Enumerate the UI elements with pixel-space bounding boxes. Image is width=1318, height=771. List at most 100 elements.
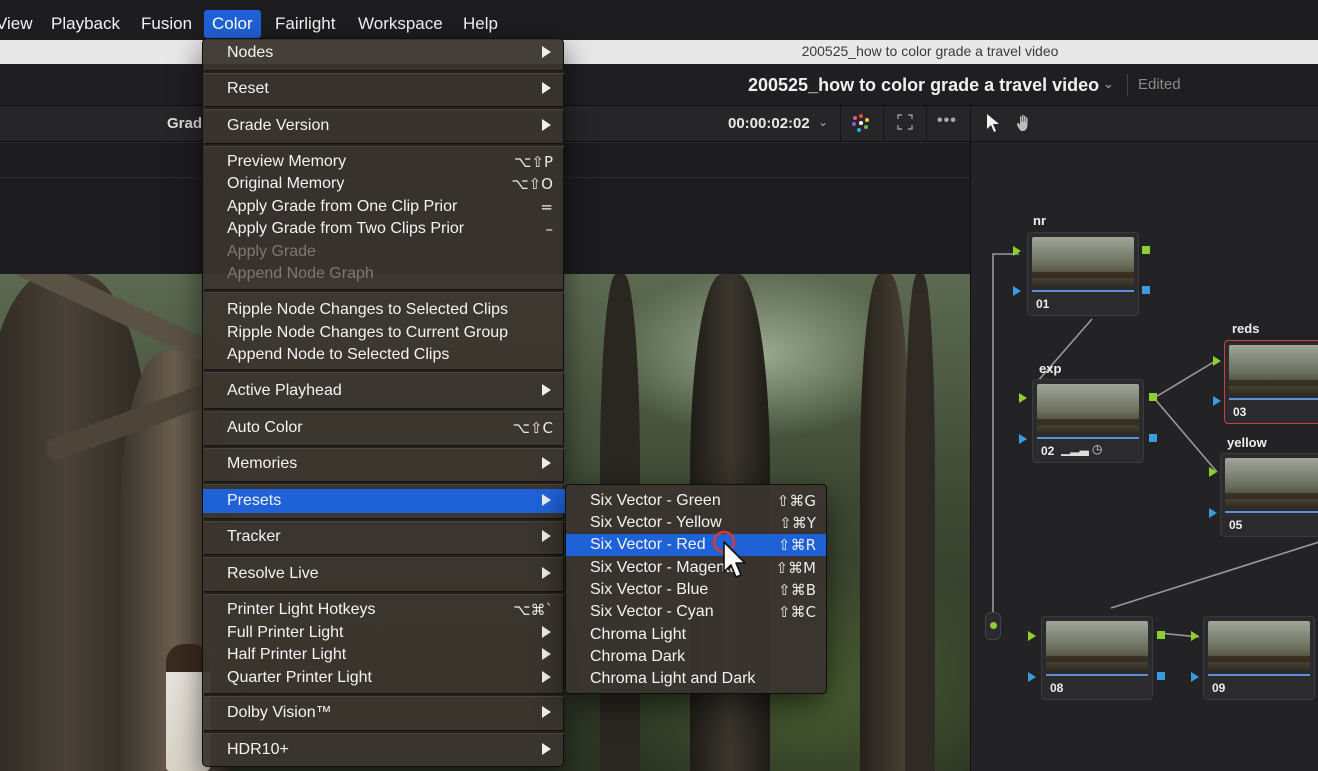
menu-item-append-node-selected[interactable]: Append Node to Selected Clips bbox=[203, 343, 565, 367]
menu-item-reset[interactable]: Reset bbox=[203, 77, 565, 101]
menu-item-nodes[interactable]: Nodes bbox=[203, 41, 565, 65]
preset-chroma-light-and-dark[interactable]: Chroma Light and Dark bbox=[566, 668, 826, 690]
node-output-port[interactable] bbox=[1149, 434, 1157, 442]
node-input-port[interactable] bbox=[1209, 467, 1217, 477]
tree-trunk bbox=[860, 274, 910, 771]
menu-view[interactable]: View bbox=[0, 10, 41, 38]
menu-item-half-printer-light[interactable]: Half Printer Light bbox=[203, 643, 565, 667]
menu-item-quarter-printer-light[interactable]: Quarter Printer Light bbox=[203, 666, 565, 690]
menu-item-original-memory[interactable]: Original Memory ⌥⇧O bbox=[203, 172, 565, 196]
node-input-port[interactable] bbox=[1013, 246, 1021, 256]
node-08[interactable]: 08 bbox=[1041, 616, 1153, 700]
node-09[interactable]: 09 bbox=[1203, 616, 1315, 700]
node-output-port[interactable] bbox=[1142, 286, 1150, 294]
project-name[interactable]: 200525_how to color grade a travel video bbox=[748, 75, 1099, 96]
menu-fusion[interactable]: Fusion bbox=[133, 10, 200, 38]
node-label: reds bbox=[1232, 321, 1260, 336]
pointer-tool-icon[interactable] bbox=[985, 113, 1001, 138]
node-input-port[interactable] bbox=[1028, 631, 1036, 641]
node-thumbnail bbox=[1208, 621, 1310, 671]
menu-item-printer-light-hotkeys[interactable]: Printer Light Hotkeys ⌥⌘` bbox=[203, 598, 565, 622]
menu-item-hdr10plus[interactable]: HDR10+ bbox=[203, 738, 565, 762]
menu-item-active-playhead[interactable]: Active Playhead bbox=[203, 379, 565, 403]
source-node-handle[interactable] bbox=[985, 612, 1001, 640]
chevron-down-icon[interactable]: ⌄ bbox=[1103, 76, 1114, 92]
node-graph[interactable]: nr 01 exp 02 ▁▂▃ ◷ reds 03 yellow 05 08 … bbox=[971, 142, 1318, 771]
submenu-arrow-icon bbox=[542, 743, 551, 755]
node-number: 09 bbox=[1212, 681, 1226, 695]
menu-item-label: Memories bbox=[227, 455, 298, 472]
menu-item-dolby-vision[interactable]: Dolby Vision™ bbox=[203, 701, 565, 725]
menu-item-label: Apply Grade bbox=[227, 243, 316, 260]
menu-shortcut: ⌥⇧P bbox=[514, 153, 553, 171]
preset-six-vector-blue[interactable]: Six Vector - Blue ⇧⌘B bbox=[566, 579, 826, 601]
menu-item-resolve-live[interactable]: Resolve Live bbox=[203, 562, 565, 586]
chevron-down-icon[interactable]: ⌄ bbox=[818, 115, 828, 129]
color-wheel-icon[interactable] bbox=[851, 113, 871, 138]
menu-shortcut: – bbox=[545, 220, 554, 238]
presets-submenu: Six Vector - Green ⇧⌘G Six Vector - Yello… bbox=[565, 484, 827, 694]
node-01[interactable]: 01 bbox=[1027, 232, 1139, 316]
color-menu-dropdown: Nodes Reset Grade Version Preview Memory… bbox=[202, 38, 565, 767]
node-input-port[interactable] bbox=[1191, 631, 1199, 641]
menu-color[interactable]: Color bbox=[204, 10, 261, 38]
menu-item-label: Six Vector - Green bbox=[590, 492, 721, 509]
menu-separator bbox=[204, 70, 564, 74]
menu-item-auto-color[interactable]: Auto Color ⌥⇧C bbox=[203, 416, 565, 440]
window-title: 200525_how to color grade a travel video bbox=[801, 43, 1059, 59]
menu-item-label: Six Vector - Blue bbox=[590, 581, 709, 598]
preset-chroma-light[interactable]: Chroma Light bbox=[566, 624, 826, 646]
node-05[interactable]: 05 bbox=[1220, 453, 1318, 537]
menu-item-apply-grade-one-prior[interactable]: Apply Grade from One Clip Prior = bbox=[203, 195, 565, 219]
node-tools-icon: ▁▂▃ ◷ bbox=[1061, 442, 1103, 456]
preset-six-vector-yellow[interactable]: Six Vector - Yellow ⇧⌘Y bbox=[566, 512, 826, 534]
node-input-port[interactable] bbox=[1013, 286, 1021, 296]
node-input-port[interactable] bbox=[1019, 393, 1027, 403]
preset-six-vector-cyan[interactable]: Six Vector - Cyan ⇧⌘C bbox=[566, 601, 826, 623]
menu-playback[interactable]: Playback bbox=[43, 10, 128, 38]
node-output-port[interactable] bbox=[1142, 246, 1150, 254]
menu-item-presets[interactable]: Presets bbox=[203, 489, 565, 513]
menu-item-full-printer-light[interactable]: Full Printer Light bbox=[203, 621, 565, 645]
menu-item-label: Active Playhead bbox=[227, 382, 342, 399]
node-output-port[interactable] bbox=[1157, 672, 1165, 680]
menu-item-label: Ripple Node Changes to Selected Clips bbox=[227, 301, 509, 318]
node-output-port[interactable] bbox=[1157, 631, 1165, 639]
timecode-display[interactable]: 00:00:02:02 bbox=[728, 115, 810, 132]
preset-six-vector-green[interactable]: Six Vector - Green ⇧⌘G bbox=[566, 490, 826, 512]
node-input-port[interactable] bbox=[1019, 434, 1027, 444]
menu-workspace[interactable]: Workspace bbox=[350, 10, 451, 38]
menu-item-tracker[interactable]: Tracker bbox=[203, 525, 565, 549]
submenu-arrow-icon bbox=[542, 384, 551, 396]
menu-item-grade-version[interactable]: Grade Version bbox=[203, 114, 565, 138]
node-input-port[interactable] bbox=[1213, 396, 1221, 406]
preset-six-vector-magenta[interactable]: Six Vector - Magenta ⇧⌘M bbox=[566, 557, 826, 579]
submenu-arrow-icon bbox=[542, 626, 551, 638]
node-input-port[interactable] bbox=[1028, 672, 1036, 682]
ellipsis-icon[interactable]: ••• bbox=[937, 112, 957, 130]
menu-item-preview-memory[interactable]: Preview Memory ⌥⇧P bbox=[203, 150, 565, 174]
node-02[interactable]: 02 ▁▂▃ ◷ bbox=[1032, 379, 1144, 463]
menu-fairlight[interactable]: Fairlight bbox=[267, 10, 343, 38]
node-toolbar bbox=[971, 106, 1318, 142]
expand-icon[interactable] bbox=[897, 114, 913, 135]
node-output-port[interactable] bbox=[1149, 393, 1157, 401]
menu-shortcut: ⇧⌘C bbox=[777, 603, 816, 621]
node-03[interactable]: 03 bbox=[1224, 340, 1318, 424]
preset-six-vector-red[interactable]: Six Vector - Red ⇧⌘R bbox=[566, 534, 826, 556]
node-thumbnail bbox=[1046, 621, 1148, 671]
source-port[interactable] bbox=[990, 622, 997, 629]
menu-item-memories[interactable]: Memories bbox=[203, 452, 565, 476]
submenu-arrow-icon bbox=[542, 494, 551, 506]
menu-item-ripple-group[interactable]: Ripple Node Changes to Current Group bbox=[203, 321, 565, 345]
menu-item-ripple-selected[interactable]: Ripple Node Changes to Selected Clips bbox=[203, 298, 565, 322]
hand-tool-icon[interactable] bbox=[1015, 113, 1035, 138]
node-input-port[interactable] bbox=[1213, 356, 1221, 366]
node-input-port[interactable] bbox=[1209, 508, 1217, 518]
menu-item-apply-grade-two-prior[interactable]: Apply Grade from Two Clips Prior – bbox=[203, 217, 565, 241]
node-input-port[interactable] bbox=[1191, 672, 1199, 682]
node-bar bbox=[1225, 511, 1318, 513]
menu-item-label: Six Vector - Yellow bbox=[590, 514, 722, 531]
menu-help[interactable]: Help bbox=[455, 10, 506, 38]
preset-chroma-dark[interactable]: Chroma Dark bbox=[566, 646, 826, 668]
